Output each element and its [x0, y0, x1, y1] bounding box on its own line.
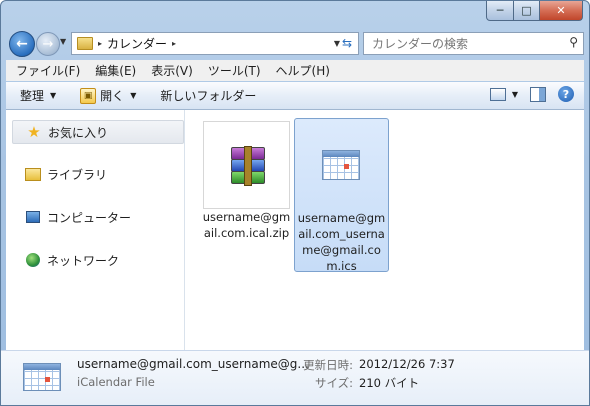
- menu-bar: ファイル(F) 編集(E) 表示(V) ツール(T) ヘルプ(H): [6, 60, 584, 81]
- search-icon[interactable]: ⚲: [569, 35, 578, 49]
- command-bar: 整理 ▼ ▣ 開く ▼ 新しいフォルダー ▼ ?: [6, 82, 584, 110]
- open-button[interactable]: ▣ 開く ▼: [80, 87, 136, 104]
- size-value: 210 バイト: [359, 376, 420, 390]
- view-options-dropdown-icon[interactable]: ▼: [512, 90, 518, 99]
- file-item-zip[interactable]: username@gmail.com.ical.zip: [200, 118, 293, 270]
- change-view-icon[interactable]: [489, 87, 506, 101]
- open-label: 開く: [100, 89, 125, 103]
- maximize-button[interactable]: □: [514, 1, 540, 21]
- menu-view[interactable]: 表示(V): [146, 62, 198, 79]
- nav-item-computer[interactable]: コンピューター: [12, 206, 182, 228]
- chevron-down-icon: ▼: [50, 91, 57, 100]
- star-icon: ★: [27, 123, 41, 141]
- winrar-archive-icon: [203, 121, 290, 209]
- library-icon: [25, 167, 41, 181]
- title-bar[interactable]: ─ □ ✕: [1, 1, 589, 29]
- navigation-pane: ★ お気に入り ライブラリ コンピューター ネットワーク: [6, 110, 185, 350]
- details-pane: username@gmail.com_username@g... iCalend…: [1, 350, 589, 405]
- new-folder-label: 新しいフォルダー: [160, 89, 257, 103]
- new-folder-button[interactable]: 新しいフォルダー: [160, 87, 256, 104]
- calendar-icon: [23, 363, 61, 391]
- nav-item-libraries[interactable]: ライブラリ: [12, 163, 182, 185]
- refresh-button[interactable]: ⇆: [337, 32, 357, 53]
- forward-button[interactable]: →: [36, 32, 60, 56]
- preview-pane-icon[interactable]: [530, 86, 546, 102]
- calendar-icon: [298, 122, 383, 208]
- address-row: ← → ▼ ▸ カレンダー ▸ ▼ ⇆ ⚲: [1, 27, 589, 59]
- nav-item-label: コンピューター: [47, 210, 132, 225]
- refresh-icon: ⇆: [341, 35, 353, 50]
- minimize-button[interactable]: ─: [486, 1, 514, 21]
- nav-item-label: お気に入り: [48, 125, 109, 140]
- explorer-window: ─ □ ✕ ← → ▼ ▸ カレンダー ▸ ▼ ⇆ ⚲ ファイル(F) 編集(E…: [0, 0, 590, 406]
- nav-item-label: ライブラリ: [47, 167, 108, 182]
- search-box[interactable]: ⚲: [363, 32, 584, 55]
- help-icon[interactable]: ?: [558, 86, 574, 102]
- breadcrumb-calendar[interactable]: カレンダー: [107, 35, 167, 52]
- close-button[interactable]: ✕: [540, 1, 583, 21]
- back-button[interactable]: ←: [9, 31, 35, 57]
- size-label: サイズ:: [314, 376, 353, 390]
- breadcrumb-separator-icon[interactable]: ▸: [172, 39, 176, 48]
- details-file-type: iCalendar File: [77, 375, 155, 389]
- nav-item-network[interactable]: ネットワーク: [12, 249, 182, 271]
- forward-arrow-icon: →: [42, 36, 54, 52]
- menu-help[interactable]: ヘルプ(H): [271, 62, 335, 79]
- view-controls: ▼ ?: [489, 86, 574, 102]
- nav-item-favorites[interactable]: ★ お気に入り: [12, 120, 184, 144]
- menu-edit[interactable]: 編集(E): [90, 62, 141, 79]
- recent-pages-dropdown[interactable]: ▼: [60, 37, 66, 46]
- file-list: username@gmail.com.ical.zip username@gma…: [185, 110, 584, 350]
- modified-value: 2012/12/26 7:37: [359, 357, 455, 371]
- open-icon: ▣: [80, 87, 97, 104]
- address-bar[interactable]: ▸ カレンダー ▸ ▼: [71, 32, 359, 55]
- network-icon: [25, 253, 41, 267]
- file-name: username@gmail.com_username@gmail.com.ic…: [297, 211, 386, 273]
- organize-label: 整理: [20, 89, 45, 103]
- menu-tools[interactable]: ツール(T): [203, 62, 266, 79]
- computer-icon: [25, 210, 41, 224]
- folder-icon: [77, 37, 93, 50]
- organize-button[interactable]: 整理 ▼: [20, 87, 56, 104]
- file-name: username@gmail.com.ical.zip: [202, 210, 291, 240]
- nav-item-label: ネットワーク: [47, 253, 120, 268]
- chevron-down-icon: ▼: [130, 91, 137, 100]
- search-input[interactable]: [370, 35, 564, 52]
- back-arrow-icon: ←: [16, 36, 28, 52]
- file-item-ics[interactable]: username@gmail.com_username@gmail.com.ic…: [294, 118, 389, 273]
- breadcrumb-separator-icon[interactable]: ▸: [98, 39, 102, 48]
- menu-file[interactable]: ファイル(F): [11, 62, 85, 79]
- caption-buttons: ─ □ ✕: [486, 1, 583, 21]
- details-file-name: username@gmail.com_username@g...: [77, 357, 309, 371]
- modified-label: 更新日時:: [303, 358, 353, 372]
